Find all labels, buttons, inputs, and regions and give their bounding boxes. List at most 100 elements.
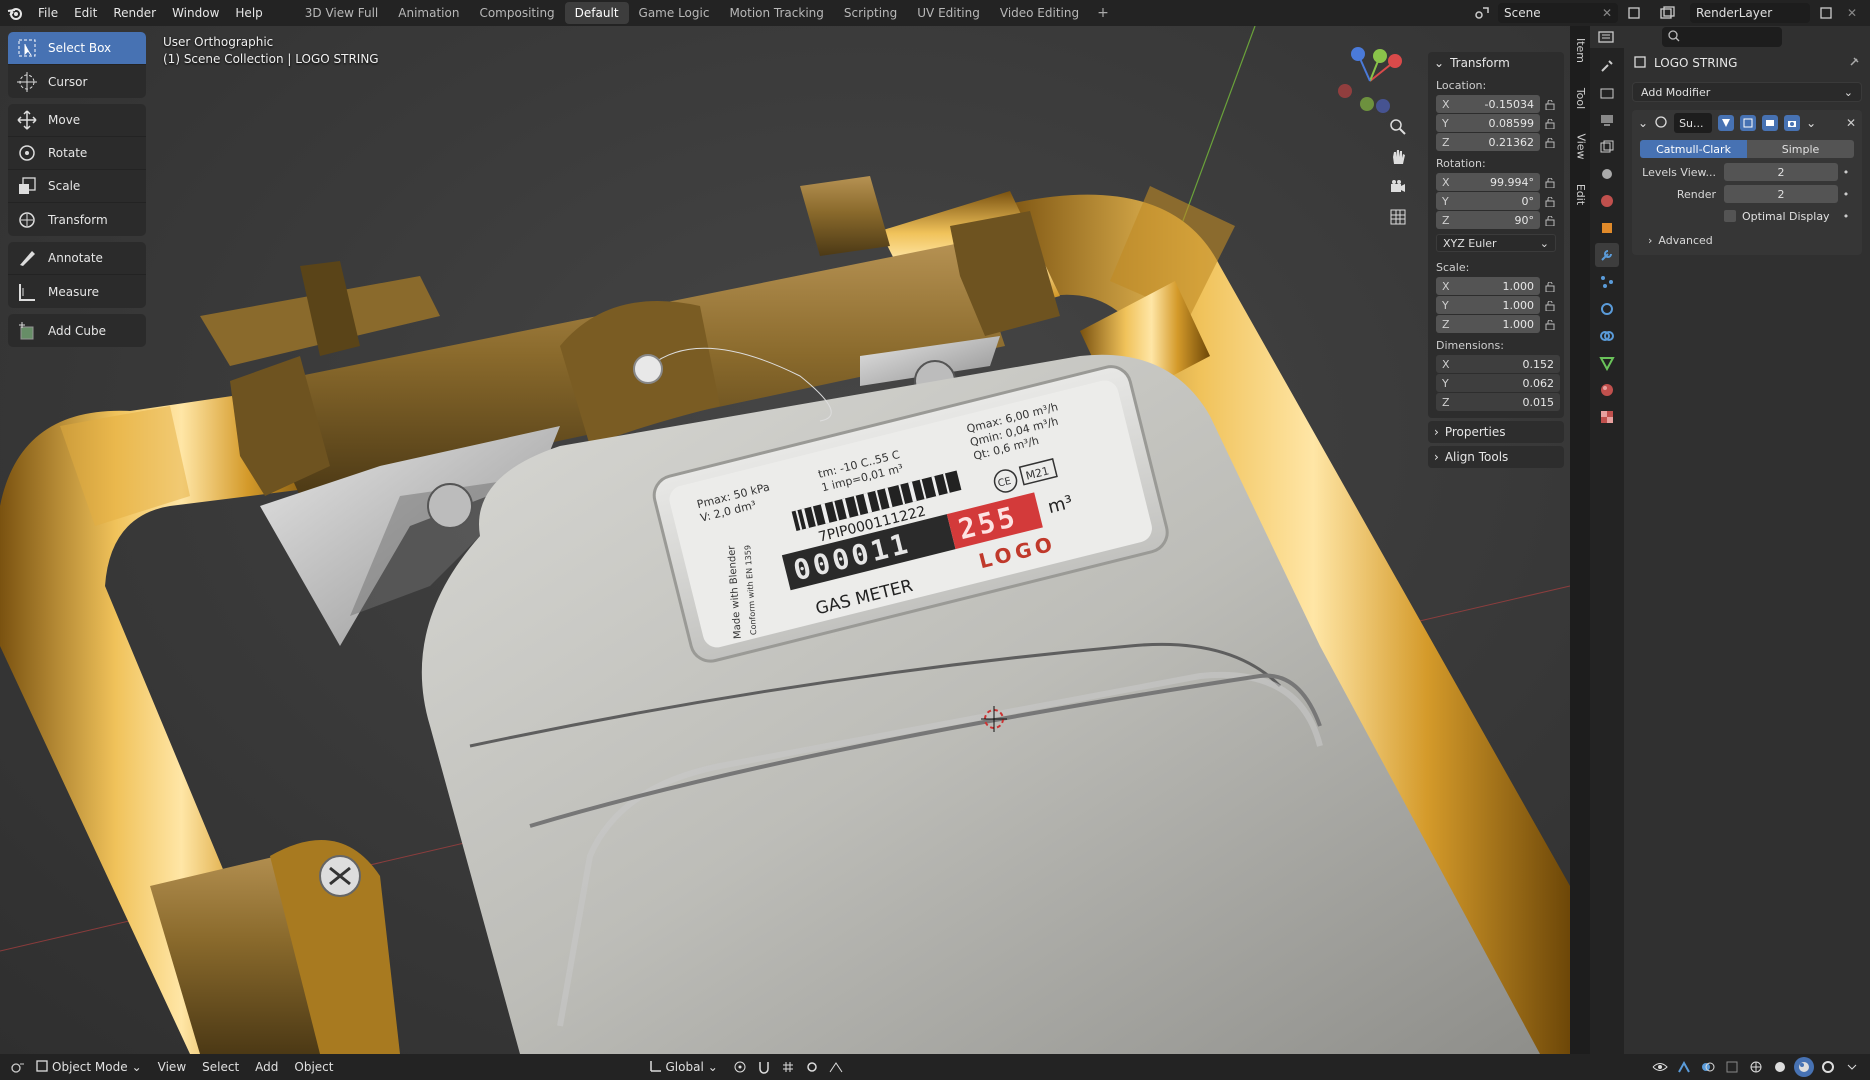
view-layer-icon[interactable] [1650,3,1684,23]
edit-mode-toggle-icon[interactable] [1718,115,1735,131]
object-mode-select[interactable]: Object Mode ⌄ [28,1059,150,1075]
optimal-display-checkbox[interactable] [1724,210,1736,222]
x-axis-icon[interactable] [1388,54,1402,68]
object-props-icon[interactable] [1595,216,1619,240]
rotation-z-field[interactable]: Z 90° [1436,211,1540,229]
gizmo-icon[interactable] [1674,1057,1694,1077]
orientation-select[interactable]: Global ⌄ [642,1060,726,1075]
properties-search[interactable] [1662,27,1782,47]
advanced-subpanel-header[interactable]: › Advanced [1648,234,1846,247]
pin-icon[interactable] [1848,56,1860,71]
rotation-mode-select[interactable]: XYZ Euler ⌄ [1436,234,1556,252]
scale-z-field[interactable]: Z 1.000 [1436,315,1540,333]
rendered-shading-icon[interactable] [1818,1057,1838,1077]
menu-help[interactable]: Help [227,0,270,26]
scale-x-field[interactable]: X 1.000 [1436,277,1540,295]
modifier-props-icon[interactable] [1595,243,1619,267]
shading-options-icon[interactable] [1842,1057,1862,1077]
viewport-toggle-icon[interactable] [1762,115,1779,131]
scene-icon[interactable] [1472,3,1492,23]
falloff-icon[interactable] [826,1057,846,1077]
material-props-icon[interactable] [1595,378,1619,402]
scene-selector[interactable]: Scene ✕ [1498,3,1618,23]
close-icon[interactable]: ✕ [1846,116,1856,130]
tab-tool[interactable]: Tool [1572,74,1590,122]
constraints-props-icon[interactable] [1595,324,1619,348]
camera-icon[interactable] [1384,174,1412,200]
wireframe-shading-icon[interactable] [1746,1057,1766,1077]
pan-hand-icon[interactable] [1384,144,1412,170]
view-layer-selector[interactable]: RenderLayer [1690,3,1810,23]
location-y-field[interactable]: Y 0.08599 [1436,114,1540,132]
tool-move[interactable]: Move [8,104,146,137]
tab-compositing[interactable]: Compositing [469,2,564,24]
modifier-name-field[interactable]: Su... [1674,113,1713,133]
dimensions-z-field[interactable]: Z 0.015 [1436,393,1560,411]
tab-edit[interactable]: Edit [1572,170,1590,218]
tab-motion-tracking[interactable]: Motion Tracking [719,2,833,24]
lock-icon[interactable] [1540,137,1560,148]
menu-render[interactable]: Render [105,0,164,26]
particles-props-icon[interactable] [1595,270,1619,294]
y-axis-icon[interactable] [1373,49,1387,63]
render-props-icon[interactable] [1595,81,1619,105]
lock-icon[interactable] [1540,99,1560,110]
add-modifier-button[interactable]: Add Modifier ⌄ [1632,82,1862,102]
tool-transform[interactable]: Transform [8,203,146,236]
lock-icon[interactable] [1540,300,1560,311]
3d-viewport[interactable]: Pmax: 50 kPa V: 2,0 dm³ tm: -10 C..55 C … [0,26,1570,1054]
tool-props-icon[interactable] [1595,54,1619,78]
lock-icon[interactable] [1540,177,1560,188]
snap-icon[interactable] [754,1057,774,1077]
simple-option[interactable]: Simple [1747,140,1854,158]
rotation-x-field[interactable]: X 99.994° [1436,173,1540,191]
tab-default[interactable]: Default [564,2,629,24]
location-z-field[interactable]: Z 0.21362 [1436,133,1540,151]
tab-view[interactable]: View [1572,122,1590,170]
physics-props-icon[interactable] [1595,297,1619,321]
view-layer-props-icon[interactable] [1595,135,1619,159]
ortho-grid-icon[interactable] [1384,204,1412,230]
menu-edit[interactable]: Edit [66,0,105,26]
keyframe-dot-icon[interactable]: • [1838,188,1854,201]
lock-icon[interactable] [1540,281,1560,292]
cage-toggle-icon[interactable] [1740,115,1757,131]
zoom-icon[interactable] [1384,114,1412,140]
pivot-icon[interactable] [730,1057,750,1077]
keyframe-dot-icon[interactable]: • [1838,210,1854,223]
new-scene-icon[interactable] [1624,3,1644,23]
editor-type-icon[interactable] [8,1057,28,1077]
solid-shading-icon[interactable] [1770,1057,1790,1077]
levels-viewport-field[interactable]: 2 [1724,163,1838,181]
dimensions-x-field[interactable]: X 0.152 [1436,355,1560,373]
overlays-icon[interactable] [1698,1057,1718,1077]
menu-window[interactable]: Window [164,0,227,26]
output-props-icon[interactable] [1595,108,1619,132]
render-toggle-icon[interactable] [1784,115,1801,131]
menu-add[interactable]: Add [247,1060,286,1074]
navigation-gizmo[interactable] [1325,36,1415,126]
scale-y-field[interactable]: Y 1.000 [1436,296,1540,314]
tool-add-cube[interactable]: Add Cube [8,314,146,347]
pin-icon[interactable]: ✕ [1602,6,1612,20]
material-shading-icon[interactable] [1794,1057,1814,1077]
menu-view[interactable]: View [150,1060,194,1074]
catmull-clark-option[interactable]: Catmull-Clark [1640,140,1747,158]
z-axis-icon[interactable] [1351,47,1365,61]
transform-panel-header[interactable]: ⌄ Transform [1428,52,1564,74]
lock-icon[interactable] [1540,196,1560,207]
world-props-icon[interactable] [1595,189,1619,213]
xray-icon[interactable] [1722,1057,1742,1077]
tab-scripting[interactable]: Scripting [834,2,907,24]
tool-annotate[interactable]: Annotate [8,242,146,275]
align-tools-panel-header[interactable]: › Align Tools [1428,446,1564,468]
tool-rotate[interactable]: Rotate [8,137,146,170]
tool-cursor[interactable]: Cursor [8,65,146,98]
dimensions-y-field[interactable]: Y 0.062 [1436,374,1560,392]
texture-props-icon[interactable] [1595,405,1619,429]
tool-scale[interactable]: Scale [8,170,146,203]
editor-type-icon[interactable] [1596,27,1616,47]
location-x-field[interactable]: X -0.15034 [1436,95,1540,113]
tab-uv-editing[interactable]: UV Editing [907,2,990,24]
snap-grid-icon[interactable] [778,1057,798,1077]
